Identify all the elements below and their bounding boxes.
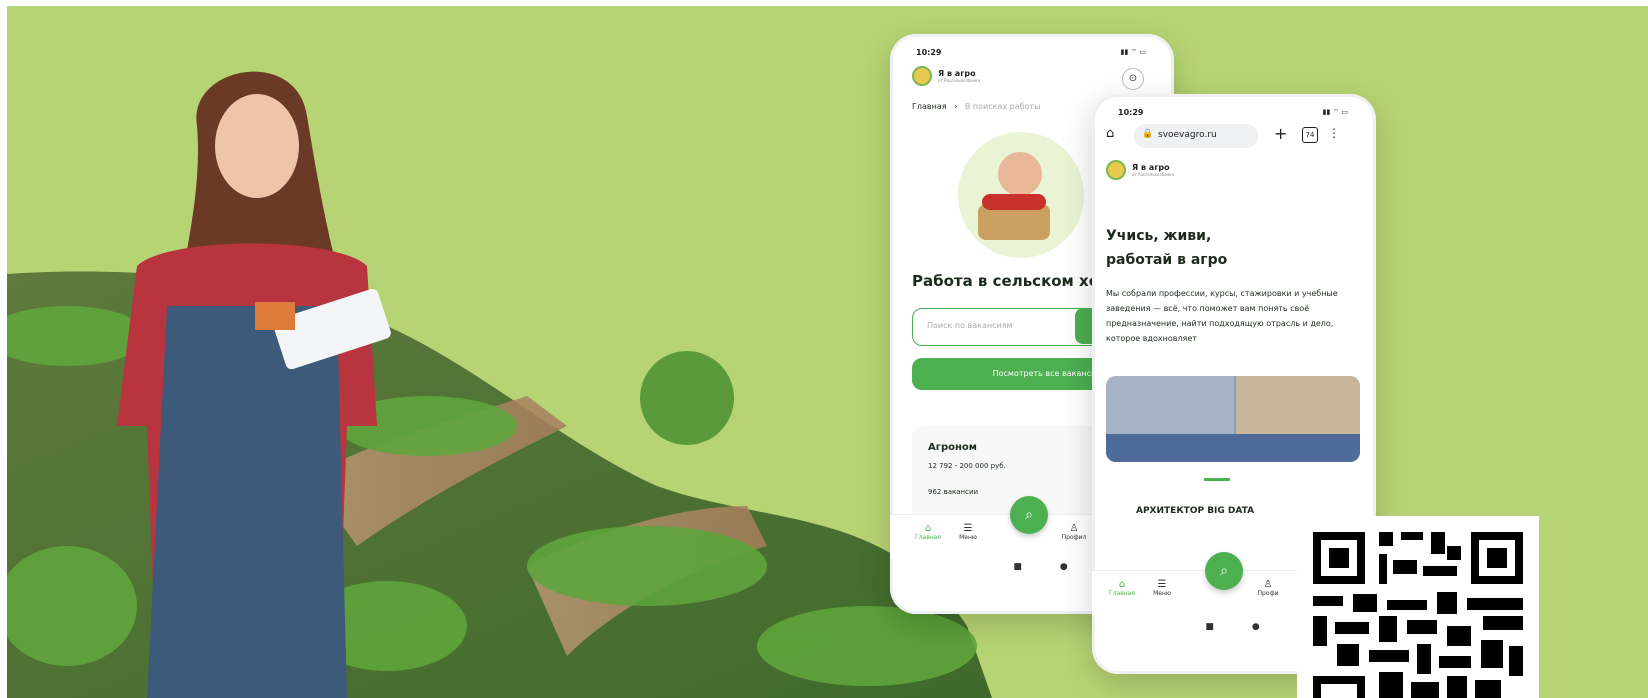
nav-profile[interactable]: ♙ Профи xyxy=(1248,579,1288,597)
nav-profile[interactable]: ♙ Профил xyxy=(1054,523,1094,541)
search-icon: ⌕ xyxy=(1025,507,1033,523)
page-title: Работа в сельском хозя xyxy=(912,272,1118,290)
status-icons: ▮▮ ⌔ ▭ xyxy=(1322,108,1348,116)
more-icon[interactable]: ⋮ xyxy=(1328,126,1340,140)
headline-line2: работай в агро xyxy=(1106,252,1228,268)
nav-menu[interactable]: ☰ Меню xyxy=(948,523,988,541)
field-bubble xyxy=(640,351,734,445)
lock-icon: 🔒 xyxy=(1142,129,1154,139)
brand-subtitle: от Россельхозбанка xyxy=(1132,172,1175,177)
qr-code[interactable] xyxy=(1297,516,1539,698)
nav-menu[interactable]: ☰ Меню xyxy=(1142,579,1182,597)
location-icon[interactable]: ⊙ xyxy=(1122,68,1144,90)
brand-logo-block[interactable]: Я в агро от Россельхозбанка xyxy=(1106,160,1174,180)
profile-icon: ♙ xyxy=(1263,579,1273,590)
search-icon: ⌕ xyxy=(1220,563,1228,579)
menu-icon: ☰ xyxy=(1157,579,1167,590)
profession-card-title[interactable]: АРХИТЕКТОР BIG DATA xyxy=(1136,506,1254,516)
hero-illustration xyxy=(958,132,1084,258)
brand-logo-block[interactable]: Я в агро от Россельхозбанка xyxy=(912,66,980,86)
breadcrumb-home[interactable]: Главная xyxy=(912,102,947,111)
brand-title: Я в агро xyxy=(938,69,976,78)
vacancy-count: 962 вакансии xyxy=(928,488,979,496)
vacancy-salary: 12 792 - 200 000 руб. xyxy=(928,462,1006,470)
search-fab[interactable]: ⌕ xyxy=(1010,496,1048,534)
status-icons: ▮▮ ⌔ ▭ xyxy=(1120,48,1146,56)
search-fab[interactable]: ⌕ xyxy=(1205,552,1243,590)
home-icon: ⌂ xyxy=(924,523,932,534)
tabs-count[interactable]: 74 xyxy=(1302,127,1318,143)
hero-description: Мы собрали профессии, курсы, стажировки … xyxy=(1106,289,1338,343)
brand-logo-icon xyxy=(912,66,932,86)
students-photo xyxy=(1106,376,1360,462)
carousel-indicator[interactable] xyxy=(1204,478,1230,481)
breadcrumb-current: В поисках работы xyxy=(964,102,1041,111)
profile-icon: ♙ xyxy=(1069,523,1079,534)
url-text: svoevagro.ru xyxy=(1158,130,1217,140)
menu-icon: ☰ xyxy=(963,523,973,534)
address-bar[interactable]: 🔒 svoevagro.ru xyxy=(1134,124,1258,148)
nav-home[interactable]: ⌂ Главная xyxy=(908,523,948,541)
brand-subtitle: от Россельхозбанка xyxy=(938,78,981,83)
status-time: 10:29 xyxy=(916,48,942,57)
plus-icon[interactable]: + xyxy=(1274,124,1287,143)
nav-home[interactable]: ⌂ Главная xyxy=(1102,579,1142,597)
brand-title: Я в агро xyxy=(1132,163,1170,172)
qr-code-graphic xyxy=(1313,532,1523,698)
brand-logo-icon xyxy=(1106,160,1126,180)
promo-banner: 10:29 ▮▮ ⌔ ▭ Я в агро от Россельхозбанка… xyxy=(7,6,1648,698)
vacancy-title: Агроном xyxy=(928,442,977,453)
headline-line1: Учись, живи, xyxy=(1106,228,1212,244)
home-icon[interactable]: ⌂ xyxy=(1106,126,1114,141)
home-icon: ⌂ xyxy=(1118,579,1126,590)
breadcrumb: Главная › В поисках работы xyxy=(912,102,1041,111)
status-time: 10:29 xyxy=(1118,108,1144,117)
